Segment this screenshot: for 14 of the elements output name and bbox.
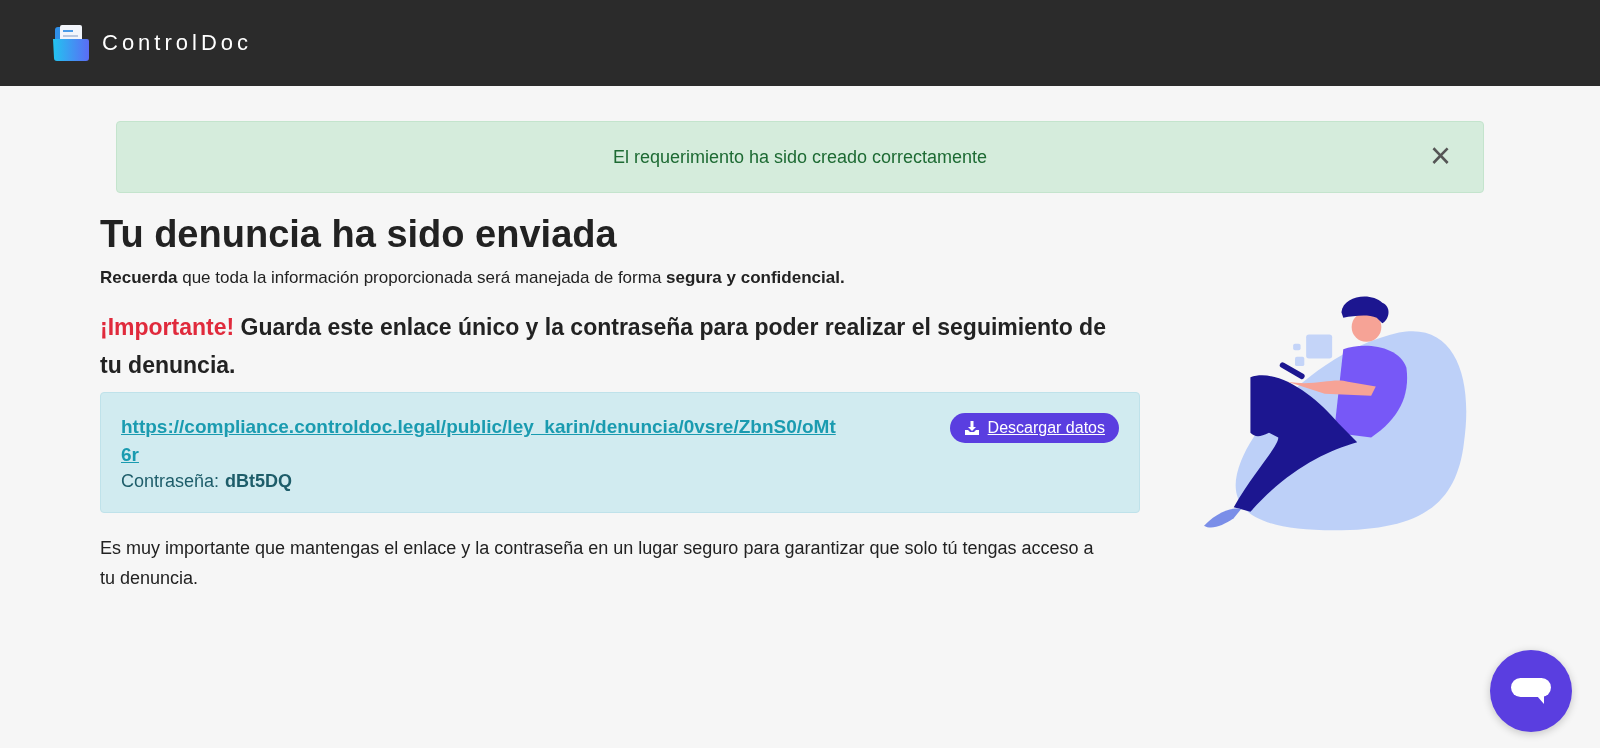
chat-button[interactable] [1490,650,1572,732]
important-notice: ¡Importante! Guarda este enlace único y la contraseña para poder realizar el seguimiento de tu denuncia. [100,313,1107,380]
password-value: dBt5DQ [225,471,293,492]
download-button[interactable]: Descargar datos [949,413,1119,443]
folder-logo-icon [52,25,90,61]
password-label: Contraseña: [121,471,220,492]
page-title: Tu denuncia ha sido enviada [100,213,618,256]
security-note: Es muy importante que mantengas el enlace y la contraseña en un lugar seguro para garantizar que solo tú tengas acceso a tu denuncia. [100,537,1095,590]
close-button[interactable]: × [1425,140,1455,172]
brand-name: ControlDoc [102,30,253,56]
alert-message: El requerimiento ha sido creado correctamente [612,146,988,168]
download-icon [963,420,980,436]
reminder-text: Recuerda que toda la información proporcionada será manejada de forma segura y confidencial. [100,268,846,288]
chat-bubble-icon [1511,676,1551,706]
